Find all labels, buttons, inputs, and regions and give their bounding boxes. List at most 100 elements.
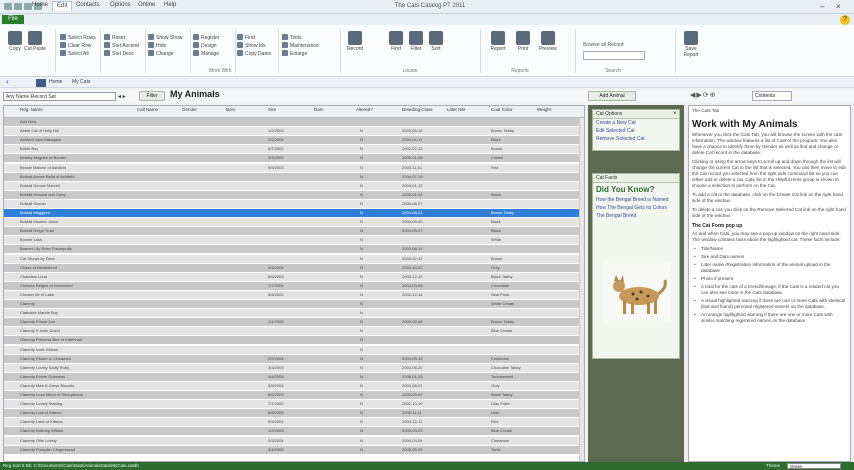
table-row[interactable]: Clarenty Mee & Greys Biscuits 5/5/2004 N 20… [4, 381, 579, 391]
table-row[interactable]: Clarenty Nutmeg Wildes 1/2/2003 N 2003-03-0… [4, 427, 579, 437]
column-header-1[interactable]: Call Name [137, 107, 177, 113]
table-row[interactable]: Chester Mr of Lake 8/8/2002 N 2002-12-14 Sea… [4, 290, 579, 300]
remove-cat-link[interactable]: Remove Selected Cat [593, 135, 679, 143]
home-icon[interactable] [36, 79, 46, 87]
edit-cat-link[interactable]: Edit Selected Cat [593, 127, 679, 135]
fact-link-2[interactable]: How The Bengal Gets its Colors [593, 204, 679, 212]
table-row[interactable]: Bobtail Mambe Junior N 2003-09-20 Black [4, 218, 579, 228]
menu-options[interactable]: Options [106, 1, 135, 11]
column-header-2[interactable]: Gender [182, 107, 222, 113]
table-row[interactable]: Bobtail Maggipur N 2004-06-01 Brown Tabby [4, 209, 579, 218]
table-row[interactable]: Bramer Lily Rose Powerpuffs N 2003-06-14 [4, 245, 579, 255]
ribbon-small-button-0[interactable]: Select Rows [60, 34, 96, 42]
table-row[interactable]: Clarenty N White Cream [4, 300, 579, 309]
menu-online[interactable]: Online [134, 1, 159, 11]
help-pane[interactable]: The Cats Tab Work with My Animals Whenev… [688, 105, 851, 462]
table-row[interactable]: Bobtail Dennis Marcell N 2004-01-12 [4, 181, 579, 191]
table-row[interactable]: Clarenty K Indie Doshi N Blue Cream [4, 327, 579, 337]
ribbon-small-button-7[interactable]: Hide [148, 42, 166, 50]
column-header-9[interactable]: Coat Color [491, 107, 531, 113]
ribbon-small-button-9[interactable]: Register [193, 34, 220, 42]
ribbon-small-button-16[interactable]: Maintenance [282, 42, 319, 50]
undo-icon[interactable] [14, 3, 22, 10]
table-row[interactable]: Clarenty Flicker & Cinnamon 2/2/2004 N 2004… [4, 354, 579, 364]
ribbon-small-button-14[interactable]: Copy Dates [237, 50, 271, 58]
table-row[interactable]: Clarenty Lola of Kittens 8/8/2005 N 2005-11… [4, 409, 579, 419]
table-row[interactable]: Clarenty Loza Moon of Sunnybrook 6/6/2003… [4, 391, 579, 400]
close-icon[interactable]: × [673, 111, 677, 117]
ribbon-small-button-2[interactable]: Select All [60, 50, 89, 58]
menu-contacts[interactable]: Contacts [72, 1, 104, 11]
fact-link-3[interactable]: The Bengal Breed [593, 212, 679, 220]
table-row[interactable]: Clarenty Prince Loo 1/1/2005 N 2005-02-08 Br… [4, 318, 579, 328]
record-set-select[interactable]: Any Name Record Set [3, 92, 116, 101]
record-nav-arrows[interactable]: ◂ ▸ [118, 93, 126, 100]
table-row[interactable]: Clarenty Lovely Sadly Ruby 3/3/2003 N 2003-… [4, 363, 579, 373]
table-row[interactable]: Abbie Cat of Holly Hill 1/2/2003 N 2003-05-… [4, 127, 579, 137]
add-animal-button[interactable]: Add Animal [588, 91, 636, 101]
ribbon-small-button-10[interactable]: Design [193, 42, 217, 50]
table-row[interactable]: Bahlir Boy 5/7/2002 N 2002-07-12 Brown [4, 145, 579, 155]
table-row[interactable]: Bonnie Lass N White [4, 236, 579, 246]
ribbon-button-3[interactable]: Find [385, 29, 407, 59]
ribbon-button-4[interactable]: Filter [405, 29, 427, 59]
table-row[interactable]: Clarkside Marble Boy N [4, 309, 579, 319]
table-row[interactable]: Clarenty Pumpkin Gingerbread 3/4/2005 N 200… [4, 445, 579, 455]
ribbon-small-button-1[interactable]: Clear Row [60, 42, 91, 50]
column-header-6[interactable]: Altered? [356, 107, 396, 113]
column-header-8[interactable]: Litter Nbr [447, 107, 487, 113]
table-row[interactable]: Clarenty Indie Kittens N [4, 345, 579, 355]
ribbon-small-button-17[interactable]: Enlarge [282, 50, 307, 58]
close-button[interactable]: × [836, 2, 841, 11]
ribbon-small-button-5[interactable]: Sort Desc [104, 50, 134, 58]
save-icon[interactable] [4, 3, 12, 10]
create-cat-link[interactable]: Create a New Cat [593, 119, 679, 127]
ribbon-button-1[interactable]: Cut Paste [24, 29, 46, 59]
ribbon-button-6[interactable]: Report [487, 29, 509, 59]
table-row[interactable]: Bobtail Reign Trust N 2004-05-07 Black [4, 227, 579, 237]
breadcrumb-cats[interactable]: My Cats [72, 79, 90, 85]
column-header-3[interactable]: Born [226, 107, 266, 113]
table-row[interactable]: Clarenty Ollie Lovely 2/3/2004 N 2004-04-04… [4, 436, 579, 446]
ribbon-small-button-13[interactable]: Show Ids [237, 42, 266, 50]
ribbon-button-9[interactable]: Save Report [680, 29, 702, 59]
ribbon-button-2[interactable]: Record [344, 29, 366, 59]
fact-link-1[interactable]: How the Bengal Breed is Named [593, 196, 679, 204]
table-row[interactable]: Ashford Jack Blackjack 2/2/2004 N 2004-04-1… [4, 136, 579, 146]
help-nav-icons[interactable]: ◀▶⟳⊕ [690, 91, 750, 101]
ribbon-small-button-8[interactable]: Change [148, 50, 174, 58]
minimize-button[interactable]: – [820, 2, 824, 11]
menu-help[interactable]: Help [160, 1, 180, 11]
filter-button[interactable]: Filter [139, 91, 165, 101]
ribbon-small-button-6[interactable]: Show Show [148, 34, 182, 42]
menu-file[interactable]: File [2, 15, 24, 24]
menu-home[interactable]: Home [28, 1, 52, 11]
table-row[interactable]: Chateline Luna 6/6/2003 N 2003-12-19 Black T… [4, 272, 579, 282]
table-row[interactable]: Chase of Bewildered 4/4/2004 N 2004-10-02 Gr… [4, 263, 579, 273]
table-row[interactable]: Bessie Malone of Ashfield 9/9/2003 N 2003-1… [4, 163, 579, 173]
back-icon[interactable]: ‹ [6, 77, 9, 86]
table-row[interactable]: Clarenty Lovely Starling 7/7/2002 N 2002-10… [4, 400, 579, 410]
ribbon-small-button-15[interactable]: Tools [282, 34, 302, 42]
table-row[interactable]: Chelsea Reigns of Holmefield 7/7/2004 N 200… [4, 281, 579, 291]
table-row[interactable]: Bobtail Howard and Gaby N 2005-01-04 Black [4, 190, 579, 200]
ribbon-button-0[interactable]: Copy [4, 29, 26, 59]
ribbon-small-button-11[interactable]: Manage [193, 50, 219, 58]
ribbon-search-input[interactable] [583, 51, 645, 60]
table-row[interactable]: Bobtail Amore Bella of Ashfield N 2004-07-… [4, 172, 579, 182]
ribbon-small-button-3[interactable]: Reset [104, 34, 125, 42]
table-row[interactable]: Beauty Maguire of Bourne 3/3/2005 N 2005-01… [4, 154, 579, 164]
column-header-0[interactable]: Reg. Name [20, 107, 60, 113]
table-row[interactable]: Clarenty Lake of Kittens 9/9/2004 N 2004-12… [4, 418, 579, 428]
ribbon-button-7[interactable]: Print [512, 29, 534, 59]
theme-select[interactable]: Green [787, 463, 841, 469]
ribbon-button-8[interactable]: Preview [537, 29, 559, 59]
table-row[interactable]: Cat Shows by Dave N 2004-02-12 Brown [4, 254, 579, 264]
table-row[interactable]: Bobtail Shenzi N 2005-08-07 [4, 199, 579, 209]
help-contents-tab[interactable]: Contents [752, 91, 792, 101]
column-header-4[interactable]: Sire [268, 107, 308, 113]
table-row[interactable]: Add New [4, 118, 579, 127]
table-row[interactable]: Clarenty Flame Guinness 4/4/2005 N 2005-01-… [4, 372, 579, 382]
ribbon-button-5[interactable]: Sort [425, 29, 447, 59]
table-row[interactable]: Clarenty Princess Bee of Kittenhall N [4, 336, 579, 346]
